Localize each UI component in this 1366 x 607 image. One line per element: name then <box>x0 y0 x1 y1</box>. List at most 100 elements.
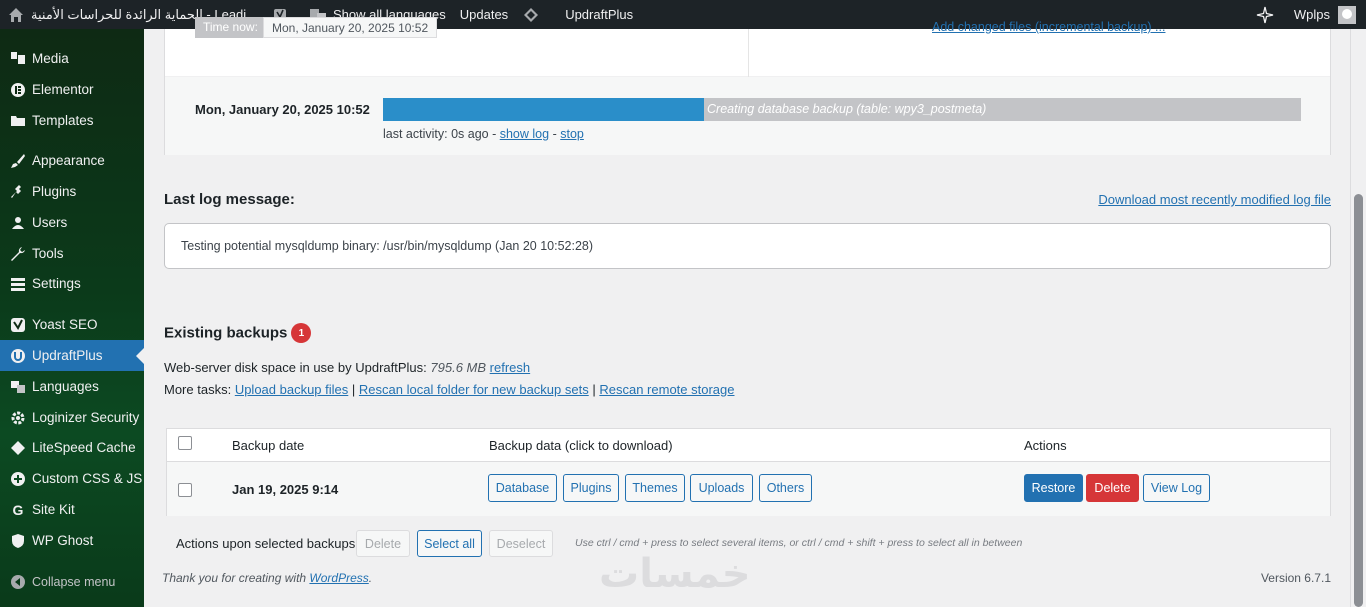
sidebar-item-loginizer[interactable]: Loginizer Security <box>0 402 144 433</box>
sidebar-item-yoast-seo[interactable]: Yoast SEO <box>0 309 144 340</box>
plug-icon <box>8 182 28 202</box>
refresh-link[interactable]: refresh <box>490 360 530 375</box>
sidebar-item-label: WP Ghost <box>32 533 94 548</box>
sidebar-item-label: Templates <box>32 113 94 128</box>
bulk-actions-label: Actions upon selected backups <box>176 536 356 551</box>
sidebar-item-label: Plugins <box>32 184 77 199</box>
progress-fill <box>383 98 705 121</box>
wordpress-link[interactable]: WordPress <box>309 571 368 585</box>
upload-backup-link[interactable]: Upload backup files <box>235 382 348 397</box>
gear-icon <box>8 408 28 428</box>
sidebar-item-media[interactable]: Media <box>0 43 144 74</box>
user-icon <box>8 213 28 233</box>
user-menu[interactable]: Wplps <box>1287 0 1366 29</box>
footer-thanks-text: Thank you for creating with <box>162 571 307 585</box>
sidebar-item-site-kit[interactable]: G Site Kit <box>0 494 144 525</box>
footer-version: Version 6.7.1 <box>1260 571 1331 585</box>
sidebar-item-tools[interactable]: Tools <box>0 238 144 269</box>
sidebar-item-label: Languages <box>32 379 99 394</box>
stop-link[interactable]: stop <box>560 127 584 141</box>
sidebar-item-label: Users <box>32 215 68 230</box>
download-log-link[interactable]: Download most recently modified log file <box>1098 192 1331 207</box>
sidebar-item-appearance[interactable]: Appearance <box>0 145 144 176</box>
activity-text: last activity: 0s ago - <box>383 127 497 141</box>
log-message: Testing potential mysqldump binary: /usr… <box>181 239 594 253</box>
scrollbar-thumb[interactable] <box>1354 194 1363 607</box>
watermark-logo: خمسات <box>599 551 751 597</box>
delete-button[interactable]: Delete <box>1086 474 1139 502</box>
collapse-menu[interactable]: Collapse menu <box>0 566 144 597</box>
add-changed-files-link[interactable]: Add changed files (incremental backup) .… <box>932 20 1165 34</box>
sidebar-item-users[interactable]: Users <box>0 207 144 238</box>
translate-icon <box>8 377 28 397</box>
home-icon <box>7 6 25 24</box>
column-backup-data: Backup data (click to download) <box>489 438 673 453</box>
restore-button[interactable]: Restore <box>1024 474 1083 502</box>
download-plugins-button[interactable]: Plugins <box>563 474 619 502</box>
admin-sidebar: Media Elementor Templates Appearance Plu… <box>0 29 144 607</box>
select-all-checkbox[interactable] <box>178 436 192 450</box>
sidebar-item-templates[interactable]: Templates <box>0 105 144 136</box>
diamond-icon <box>8 438 28 458</box>
sidebar-item-label: Loginizer Security <box>32 410 140 425</box>
progress-bar: Creating database backup (table: wpy3_po… <box>383 98 1301 121</box>
existing-backups-title: Existing backups 1 <box>164 323 312 343</box>
ai-sparkle-menu[interactable] <box>1249 0 1287 29</box>
show-log-link[interactable]: show log <box>500 127 549 141</box>
table-row[interactable]: Jan 19, 2025 9:14 Database Plugins Theme… <box>167 462 1330 516</box>
sidebar-item-litespeed[interactable]: LiteSpeed Cache <box>0 432 144 463</box>
sidebar-item-languages[interactable]: Languages <box>0 371 144 402</box>
download-database-button[interactable]: Database <box>488 474 557 502</box>
download-uploads-button[interactable]: Uploads <box>690 474 753 502</box>
column-actions: Actions <box>1024 438 1067 453</box>
sidebar-item-label: Custom CSS & JS <box>32 471 143 486</box>
sidebar-item-label: Site Kit <box>32 502 75 517</box>
log-message-box: Testing potential mysqldump binary: /usr… <box>164 223 1331 269</box>
backup-count-badge: 1 <box>291 323 312 343</box>
selection-hint: Use ctrl / cmd + press to select several… <box>575 537 1023 549</box>
wrench-icon <box>8 244 28 264</box>
media-icon <box>8 49 28 69</box>
sidebar-item-label: Tools <box>32 246 64 261</box>
sidebar-item-elementor[interactable]: Elementor <box>0 74 144 105</box>
bulk-delete-button[interactable]: Delete <box>356 530 410 557</box>
elementor-icon <box>8 80 28 100</box>
litespeed-menu[interactable] <box>515 0 553 29</box>
brush-icon <box>8 151 28 171</box>
time-now-label: Time now: <box>195 17 266 38</box>
sidebar-item-settings[interactable]: Settings <box>0 268 144 299</box>
rescan-remote-link[interactable]: Rescan remote storage <box>599 382 734 397</box>
footer-thanks: Thank you for creating with WordPress. <box>162 571 372 585</box>
sidebar-item-custom-css-js[interactable]: Custom CSS & JS <box>0 463 144 494</box>
sidebar-item-label: Appearance <box>32 153 105 168</box>
separator: | <box>351 382 356 397</box>
rescan-local-link[interactable]: Rescan local folder for new backup sets <box>359 382 589 397</box>
existing-backups-label: Existing backups <box>164 324 288 342</box>
column-backup-date: Backup date <box>232 438 305 453</box>
sidebar-item-wp-ghost[interactable]: WP Ghost <box>0 525 144 556</box>
download-themes-button[interactable]: Themes <box>625 474 685 502</box>
backup-progress-panel: Time now: Mon, January 20, 2025 10:52 Ad… <box>164 17 1331 155</box>
active-job-row: Mon, January 20, 2025 10:52 Creating dat… <box>165 77 1330 155</box>
updates-menu[interactable]: Updates <box>453 0 515 29</box>
updraftplus-menu[interactable]: UpdraftPlus <box>553 0 640 29</box>
collapse-label: Collapse menu <box>32 574 116 589</box>
collapse-icon <box>8 572 28 592</box>
download-others-button[interactable]: Others <box>759 474 812 502</box>
more-tasks: More tasks: Upload backup files | Rescan… <box>164 382 734 397</box>
tasks-label: More tasks: <box>164 382 232 397</box>
sidebar-item-plugins[interactable]: Plugins <box>0 176 144 207</box>
updates-label: Updates <box>459 7 509 22</box>
user-name: Wplps <box>1293 7 1330 22</box>
row-checkbox[interactable] <box>178 483 192 497</box>
select-all-button[interactable]: Select all <box>417 530 482 557</box>
disk-label: Web-server disk space in use by UpdraftP… <box>164 360 427 375</box>
updraft-icon <box>8 346 28 366</box>
sidebar-item-label: Settings <box>32 276 81 291</box>
page-scrollbar[interactable] <box>1350 29 1366 607</box>
view-log-button[interactable]: View Log <box>1143 474 1210 502</box>
avatar <box>1338 5 1356 24</box>
deselect-button[interactable]: Deselect <box>489 530 553 557</box>
sidebar-item-updraftplus[interactable]: UpdraftPlus <box>0 340 144 371</box>
yoast-icon <box>8 315 28 335</box>
